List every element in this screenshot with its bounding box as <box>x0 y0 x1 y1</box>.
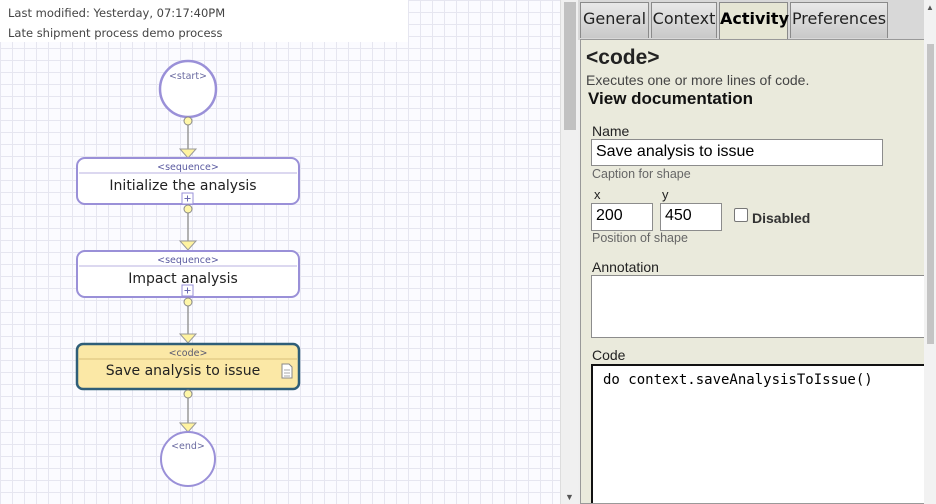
document-icon <box>281 363 293 379</box>
start-node[interactable]: <start> <box>158 59 218 119</box>
disabled-label: Disabled <box>752 210 811 226</box>
tab-bar: General Context Activity Preferences <box>578 0 936 40</box>
annotation-field[interactable] <box>591 275 931 338</box>
end-node[interactable]: <end> <box>160 431 216 487</box>
name-label: Name <box>592 123 630 139</box>
scrollbar-thumb[interactable] <box>564 2 576 130</box>
y-position-field[interactable]: 450 <box>660 203 722 231</box>
properties-panel: General Context Activity Preferences <co… <box>578 0 936 504</box>
canvas-scrollbar[interactable]: ▼ <box>560 0 578 504</box>
name-hint: Caption for shape <box>592 167 691 181</box>
activity-type-title: <code> <box>586 46 660 69</box>
process-canvas[interactable]: Last modified: Yesterday, 07:17:40PM Lat… <box>0 0 560 504</box>
flow-arrow <box>178 422 198 433</box>
name-field[interactable]: Save analysis to issue <box>591 139 883 166</box>
view-documentation-link[interactable]: View documentation <box>588 89 753 109</box>
y-label: y <box>662 187 669 202</box>
x-position-field[interactable]: 200 <box>591 203 653 231</box>
disabled-checkbox[interactable] <box>734 208 748 222</box>
code-editor[interactable]: do context.saveAnalysisToIssue() <box>591 364 931 503</box>
activity-tab-content: <code> Executes one or more lines of cod… <box>580 39 936 504</box>
tab-activity[interactable]: Activity <box>719 2 789 40</box>
flow-arrow <box>178 148 198 159</box>
tab-general[interactable]: General <box>580 2 649 38</box>
start-label: <start> <box>169 71 207 82</box>
annotation-label: Annotation <box>592 259 659 275</box>
tab-preferences[interactable]: Preferences <box>790 2 888 38</box>
process-diagram: <start> <sequence> Initialize the analys… <box>75 59 301 487</box>
node-name-label: Initialize the analysis <box>109 178 256 194</box>
code-text: do context.saveAnalysisToIssue() <box>603 372 873 388</box>
x-label: x <box>594 187 601 202</box>
position-hint: Position of shape <box>592 231 688 245</box>
node-name-label: Save analysis to issue <box>106 363 260 379</box>
panel-scrollbar[interactable]: ▲ <box>924 0 936 504</box>
expand-icon[interactable] <box>181 192 194 205</box>
connection-handle[interactable] <box>183 297 193 307</box>
scrollbar-thumb[interactable] <box>927 44 934 344</box>
scroll-down-arrow-icon[interactable]: ▼ <box>565 492 574 502</box>
activity-description: Executes one or more lines of code. <box>586 72 810 88</box>
expand-icon[interactable] <box>181 284 194 297</box>
tab-context[interactable]: Context <box>651 2 717 38</box>
code-node-save-analysis[interactable]: <code> Save analysis to issue <box>75 342 301 391</box>
flow-arrow <box>178 240 198 251</box>
end-label: <end> <box>171 441 205 452</box>
connection-handle[interactable] <box>183 204 193 214</box>
flow-arrow <box>178 333 198 344</box>
connection-handle[interactable] <box>183 389 193 399</box>
node-type-label: <sequence> <box>157 255 219 266</box>
node-type-label: <sequence> <box>157 162 219 173</box>
scroll-up-arrow-icon[interactable]: ▲ <box>926 3 934 12</box>
code-label: Code <box>592 347 626 363</box>
connection-handle[interactable] <box>183 116 193 126</box>
node-type-label: <code> <box>169 348 208 359</box>
